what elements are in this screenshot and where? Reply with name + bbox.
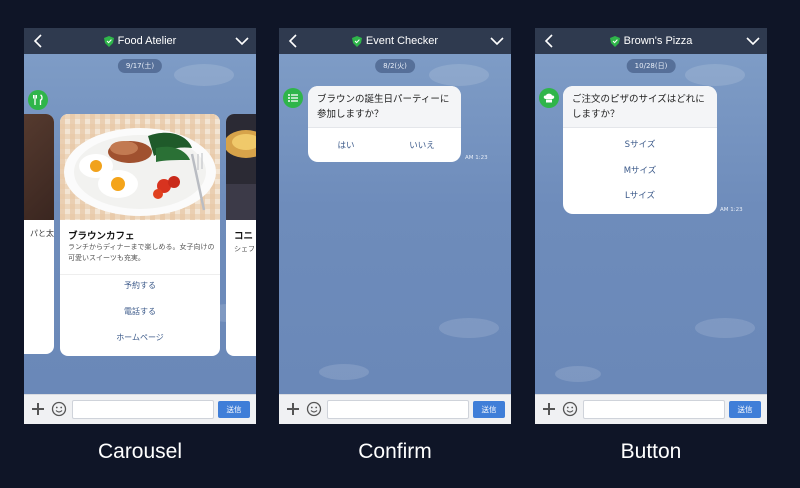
chat-header: Brown's Pizza	[535, 28, 767, 54]
confirm-no-button[interactable]: いいえ	[384, 139, 460, 151]
chat-header: Event Checker	[279, 28, 511, 54]
bot-avatar[interactable]	[283, 88, 303, 108]
chat-header: Food Atelier	[24, 28, 256, 54]
date-pill: 8/2(火)	[375, 59, 415, 73]
message-input[interactable]	[583, 400, 725, 419]
message-input[interactable]	[72, 400, 214, 419]
smiley-icon[interactable]	[51, 401, 67, 417]
confirm-question: ブラウンの誕生日パーティーに参加しますか？	[308, 86, 461, 128]
caption-confirm: Confirm	[358, 440, 432, 463]
chevron-left-icon[interactable]	[30, 32, 46, 50]
date-pill: 10/28(日)	[626, 59, 676, 73]
message-input-bar: 送信	[24, 394, 256, 424]
chevron-down-icon[interactable]	[745, 34, 761, 48]
confirm-template-bubble: ブラウンの誕生日パーティーに参加しますか？ はい いいえ	[308, 86, 461, 162]
message-input-bar: 送信	[535, 394, 767, 424]
size-l-button[interactable]: Lサイズ	[563, 189, 717, 201]
chat-title: Food Atelier	[117, 35, 177, 47]
chevron-left-icon[interactable]	[541, 32, 557, 50]
fork-knife-icon	[33, 94, 43, 105]
caption-button: Button	[620, 440, 682, 463]
plus-icon[interactable]	[30, 401, 46, 417]
message-input[interactable]	[327, 400, 469, 419]
date-pill: 9/17(土)	[117, 59, 163, 73]
smiley-icon[interactable]	[562, 401, 578, 417]
message-input-bar: 送信	[279, 394, 511, 424]
message-timestamp: AM 1:23	[465, 155, 488, 161]
card-action-call[interactable]: 電話する	[60, 306, 220, 317]
shield-icon	[609, 35, 620, 47]
chevron-down-icon[interactable]	[234, 34, 250, 48]
confirm-yes-button[interactable]: はい	[308, 139, 384, 151]
send-button[interactable]: 送信	[729, 401, 761, 418]
card-action-reserve[interactable]: 予約する	[60, 280, 220, 291]
breakfast-photo	[60, 114, 220, 220]
chat-screen-carousel: Food Atelier 9/17(土) パと太 ブラウンカフェ ランチからディ…	[24, 28, 256, 424]
shield-icon	[351, 35, 362, 47]
plus-icon[interactable]	[285, 401, 301, 417]
chat-screen-button: Brown's Pizza 10/28(日) ご注文のピザのサイズはどれにします…	[535, 28, 767, 424]
caption-carousel: Carousel	[97, 440, 183, 463]
card-title-fragment: コニ	[234, 231, 254, 242]
carousel-card[interactable]: ブラウンカフェ ランチからディナーまで楽しめる。女子向けの可愛いスイーツも充実。…	[60, 114, 220, 356]
card-description-fragment: シェフ	[234, 245, 255, 253]
bot-avatar[interactable]	[28, 90, 48, 110]
card-description-fragment: パと太	[30, 229, 54, 238]
food-photo	[226, 114, 256, 220]
carousel-card-previous[interactable]: パと太	[24, 114, 54, 354]
list-icon	[288, 94, 298, 102]
plus-icon[interactable]	[541, 401, 557, 417]
chat-title: Brown's Pizza	[623, 35, 693, 47]
size-m-button[interactable]: Mサイズ	[563, 164, 717, 176]
chef-hat-icon	[543, 93, 555, 103]
food-photo	[24, 114, 54, 220]
card-title: ブラウンカフェ	[68, 231, 135, 242]
size-s-button[interactable]: Sサイズ	[563, 138, 717, 150]
card-action-homepage[interactable]: ホームページ	[60, 332, 220, 343]
button-question: ご注文のピザのサイズはどれにしますか？	[563, 86, 717, 128]
message-timestamp: AM 1:23	[720, 207, 743, 213]
chevron-down-icon[interactable]	[489, 34, 505, 48]
button-template-bubble: ご注文のピザのサイズはどれにしますか？ Sサイズ Mサイズ Lサイズ	[563, 86, 717, 214]
chat-screen-confirm: Event Checker 8/2(火) ブラウンの誕生日パーティーに参加します…	[279, 28, 511, 424]
chat-title: Event Checker	[365, 35, 439, 47]
bot-avatar[interactable]	[539, 88, 559, 108]
smiley-icon[interactable]	[306, 401, 322, 417]
send-button[interactable]: 送信	[473, 401, 505, 418]
carousel-card-next[interactable]: コニ シェフ	[226, 114, 256, 356]
send-button[interactable]: 送信	[218, 401, 250, 418]
card-description: ランチからディナーまで楽しめる。女子向けの可愛いスイーツも充実。	[68, 243, 215, 262]
divider	[60, 274, 220, 275]
shield-icon	[103, 35, 114, 47]
chevron-left-icon[interactable]	[285, 32, 301, 50]
